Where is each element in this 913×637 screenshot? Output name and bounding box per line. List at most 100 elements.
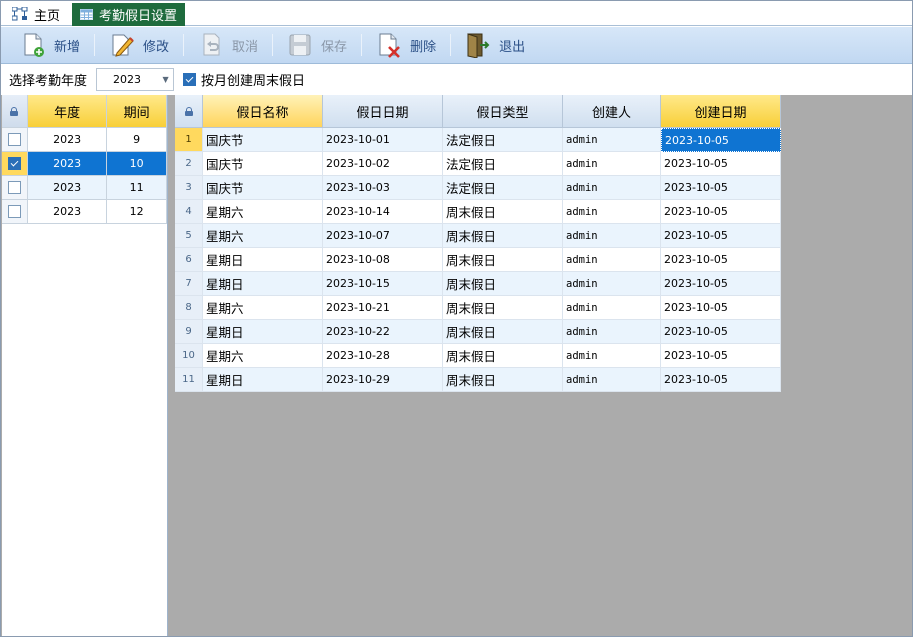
row-number-cell[interactable]: 9 [175, 320, 203, 344]
cell-holiday-date[interactable]: 2023-10-21 [323, 296, 443, 320]
add-button[interactable]: 新增 [14, 30, 86, 60]
chevron-down-icon[interactable]: ▼ [158, 69, 173, 90]
table-row[interactable]: 4 星期六 2023-10-14 周末假日 admin 2023-10-05 [175, 200, 781, 224]
cell-holiday-type[interactable]: 周末假日 [443, 224, 563, 248]
row-number-cell[interactable]: 8 [175, 296, 203, 320]
cell-holiday-type[interactable]: 周末假日 [443, 320, 563, 344]
table-row[interactable]: 2023 11 [2, 176, 167, 200]
table-row[interactable]: 3 国庆节 2023-10-03 法定假日 admin 2023-10-05 [175, 176, 781, 200]
column-header-holiday-date[interactable]: 假日日期 [323, 95, 443, 128]
cell-creator[interactable]: admin [563, 176, 661, 200]
cell-create-date[interactable]: 2023-10-05 [661, 176, 781, 200]
cell-holiday-date[interactable]: 2023-10-14 [323, 200, 443, 224]
cell-creator[interactable]: admin [563, 296, 661, 320]
table-row[interactable]: 2023 9 [2, 128, 167, 152]
cell-holiday-type[interactable]: 法定假日 [443, 152, 563, 176]
row-number-cell[interactable]: 4 [175, 200, 203, 224]
row-number-cell[interactable]: 5 [175, 224, 203, 248]
cell-holiday-name[interactable]: 国庆节 [203, 152, 323, 176]
row-number-cell[interactable]: 1 [175, 128, 203, 152]
column-header-creator[interactable]: 创建人 [563, 95, 661, 128]
cell-creator[interactable]: admin [563, 224, 661, 248]
cell-holiday-name[interactable]: 国庆节 [203, 128, 323, 152]
weekend-checkbox-box[interactable] [183, 73, 197, 86]
row-number-cell[interactable]: 10 [175, 344, 203, 368]
cell-creator[interactable]: admin [563, 320, 661, 344]
cell-create-date[interactable]: 2023-10-05 [661, 200, 781, 224]
cell-holiday-date[interactable]: 2023-10-01 [323, 128, 443, 152]
row-checkbox[interactable] [7, 205, 21, 218]
delete-button[interactable]: 删除 [370, 30, 442, 60]
column-header-holiday-name[interactable]: 假日名称 [203, 95, 323, 128]
cell-holiday-date[interactable]: 2023-10-28 [323, 344, 443, 368]
row-number-cell[interactable]: 7 [175, 272, 203, 296]
table-row[interactable]: 1 国庆节 2023-10-01 法定假日 admin 2023-10-05 [175, 128, 781, 152]
table-row[interactable]: 8 星期六 2023-10-21 周末假日 admin 2023-10-05 [175, 296, 781, 320]
cell-holiday-name[interactable]: 星期六 [203, 296, 323, 320]
cell-holiday-type[interactable]: 周末假日 [443, 272, 563, 296]
cell-create-date[interactable]: 2023-10-05 [661, 320, 781, 344]
table-row[interactable]: 11 星期日 2023-10-29 周末假日 admin 2023-10-05 [175, 368, 781, 392]
year-select[interactable]: 2023 ▼ [96, 68, 175, 91]
cell-holiday-type[interactable]: 周末假日 [443, 200, 563, 224]
cell-create-date[interactable]: 2023-10-05 [661, 128, 781, 152]
cell-year[interactable]: 2023 [27, 176, 108, 200]
weekend-holiday-checkbox[interactable]: 按月创建周末假日 [183, 70, 305, 89]
cell-create-date[interactable]: 2023-10-05 [661, 272, 781, 296]
cell-holiday-type[interactable]: 法定假日 [443, 128, 563, 152]
table-row[interactable]: 2 国庆节 2023-10-02 法定假日 admin 2023-10-05 [175, 152, 781, 176]
cell-holiday-date[interactable]: 2023-10-08 [323, 248, 443, 272]
column-header-year[interactable]: 年度 [27, 95, 108, 128]
table-row[interactable]: 6 星期日 2023-10-08 周末假日 admin 2023-10-05 [175, 248, 781, 272]
cell-period[interactable]: 11 [107, 176, 167, 200]
lock-column-header[interactable] [2, 95, 28, 128]
row-checkbox-cell[interactable] [2, 176, 28, 200]
row-checkbox[interactable] [7, 157, 21, 170]
cell-holiday-date[interactable]: 2023-10-22 [323, 320, 443, 344]
lock-column-header[interactable] [175, 95, 203, 128]
cell-creator[interactable]: admin [563, 272, 661, 296]
row-checkbox-cell[interactable] [2, 128, 28, 152]
cell-create-date[interactable]: 2023-10-05 [661, 368, 781, 392]
cell-holiday-name[interactable]: 星期日 [203, 320, 323, 344]
cell-create-date[interactable]: 2023-10-05 [661, 224, 781, 248]
edit-button[interactable]: 修改 [103, 30, 175, 60]
cell-year[interactable]: 2023 [27, 200, 108, 224]
cell-holiday-date[interactable]: 2023-10-15 [323, 272, 443, 296]
row-checkbox[interactable] [7, 133, 21, 146]
row-number-cell[interactable]: 11 [175, 368, 203, 392]
cell-creator[interactable]: admin [563, 152, 661, 176]
cell-create-date[interactable]: 2023-10-05 [661, 296, 781, 320]
cell-holiday-name[interactable]: 星期日 [203, 272, 323, 296]
cell-holiday-date[interactable]: 2023-10-29 [323, 368, 443, 392]
cell-holiday-type[interactable]: 周末假日 [443, 296, 563, 320]
cell-creator[interactable]: admin [563, 248, 661, 272]
table-row[interactable]: 5 星期六 2023-10-07 周末假日 admin 2023-10-05 [175, 224, 781, 248]
cell-period[interactable]: 12 [107, 200, 167, 224]
cell-creator[interactable]: admin [563, 200, 661, 224]
exit-button[interactable]: 退出 [459, 30, 531, 60]
cell-creator[interactable]: admin [563, 128, 661, 152]
cell-holiday-type[interactable]: 法定假日 [443, 176, 563, 200]
row-number-cell[interactable]: 2 [175, 152, 203, 176]
cell-holiday-date[interactable]: 2023-10-03 [323, 176, 443, 200]
row-number-cell[interactable]: 6 [175, 248, 203, 272]
cell-create-date[interactable]: 2023-10-05 [661, 344, 781, 368]
cell-create-date[interactable]: 2023-10-05 [661, 248, 781, 272]
row-checkbox[interactable] [7, 181, 21, 194]
table-row[interactable]: 7 星期日 2023-10-15 周末假日 admin 2023-10-05 [175, 272, 781, 296]
cell-holiday-type[interactable]: 周末假日 [443, 344, 563, 368]
row-number-cell[interactable]: 3 [175, 176, 203, 200]
cell-holiday-type[interactable]: 周末假日 [443, 368, 563, 392]
column-header-period[interactable]: 期间 [107, 95, 167, 128]
cell-holiday-type[interactable]: 周末假日 [443, 248, 563, 272]
table-row[interactable]: 10 星期六 2023-10-28 周末假日 admin 2023-10-05 [175, 344, 781, 368]
row-checkbox-cell[interactable] [2, 152, 28, 176]
tab-home[interactable]: 主页 [6, 3, 66, 25]
cell-holiday-date[interactable]: 2023-10-02 [323, 152, 443, 176]
column-header-create-date[interactable]: 创建日期 [661, 95, 781, 128]
cell-holiday-name[interactable]: 星期六 [203, 224, 323, 248]
cell-creator[interactable]: admin [563, 368, 661, 392]
table-row[interactable]: 2023 10 [2, 152, 167, 176]
cell-holiday-name[interactable]: 星期六 [203, 344, 323, 368]
